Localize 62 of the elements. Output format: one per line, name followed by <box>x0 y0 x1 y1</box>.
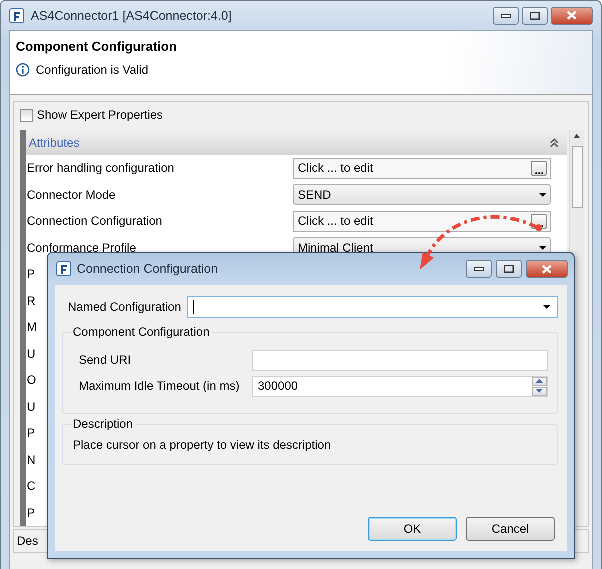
close-button[interactable] <box>526 260 568 278</box>
minimize-icon <box>474 267 484 271</box>
minimize-button[interactable] <box>466 260 492 278</box>
dropdown-arrow-icon <box>543 305 551 309</box>
dialog-title: Connection Configuration <box>77 262 218 276</box>
property-label: O <box>27 373 36 388</box>
ellipsis-icon <box>534 172 544 175</box>
maximize-button[interactable] <box>522 6 548 24</box>
property-label: U <box>27 346 36 361</box>
up-arrow-icon <box>536 379 543 383</box>
property-dropdown[interactable]: SEND <box>293 184 551 206</box>
field-label: Named Configuration <box>68 300 182 314</box>
down-arrow-icon <box>536 389 543 393</box>
collapse-icon[interactable] <box>550 138 559 148</box>
property-label: Conformance Profile <box>27 240 138 255</box>
field-label: Maximum Idle Timeout (in ms) <box>79 379 241 393</box>
minimize-icon <box>501 14 511 18</box>
app-logo-icon <box>9 8 25 24</box>
group-title: Component Configuration <box>71 325 212 339</box>
property-label: Error handling configuration <box>27 161 176 176</box>
spin-down-button[interactable] <box>532 386 547 396</box>
close-button[interactable] <box>551 6 593 24</box>
dropdown-arrow-icon <box>539 246 547 250</box>
maximize-icon <box>530 12 540 20</box>
property-label: P <box>27 506 36 520</box>
close-icon <box>542 264 552 274</box>
spin-up-button[interactable] <box>532 376 547 386</box>
property-label: U <box>27 400 36 414</box>
property-label: R <box>27 294 36 308</box>
dialog-button[interactable]: OK <box>368 517 457 541</box>
ellipsis-button[interactable] <box>531 160 547 176</box>
field-label: Send URI <box>79 353 132 367</box>
property-label: Connector Mode <box>27 188 117 202</box>
scroll-thumb[interactable] <box>572 146 582 208</box>
dropdown-arrow-icon <box>539 192 547 197</box>
property-label: M <box>27 320 37 334</box>
close-icon <box>567 11 577 20</box>
checkbox-label: Show Expert Properties <box>37 108 164 122</box>
spinner-field[interactable]: 300000 <box>252 376 548 396</box>
maximize-button[interactable] <box>496 260 522 278</box>
property-editor-field[interactable]: Click ... to edit <box>293 158 551 179</box>
description-title: Des <box>17 534 38 548</box>
info-icon <box>16 63 30 77</box>
page-title: Component Configuration <box>16 39 178 54</box>
checkbox[interactable] <box>20 108 33 122</box>
maximize-icon <box>504 265 514 273</box>
window-title: AS4Connector1 [AS4Connector:4.0] <box>31 8 232 22</box>
property-label: N <box>27 452 36 467</box>
property-label: P <box>27 426 36 440</box>
section-title: Attributes <box>29 136 80 150</box>
property-label: P <box>27 267 36 282</box>
validation-message: Configuration is Valid <box>36 63 149 77</box>
property-label: Connection Configuration <box>27 214 164 228</box>
dialog-button[interactable]: Cancel <box>466 517 555 541</box>
input-field[interactable] <box>252 350 548 370</box>
app-logo-icon <box>56 261 72 277</box>
property-editor-field[interactable]: Click ... to edit <box>293 210 551 232</box>
description-text: Place cursor on a property to view its description <box>73 438 332 452</box>
section-header[interactable]: Attributes <box>26 130 567 155</box>
property-label: C <box>27 479 36 494</box>
minimize-button[interactable] <box>493 6 519 24</box>
group-title: Description <box>71 417 136 431</box>
